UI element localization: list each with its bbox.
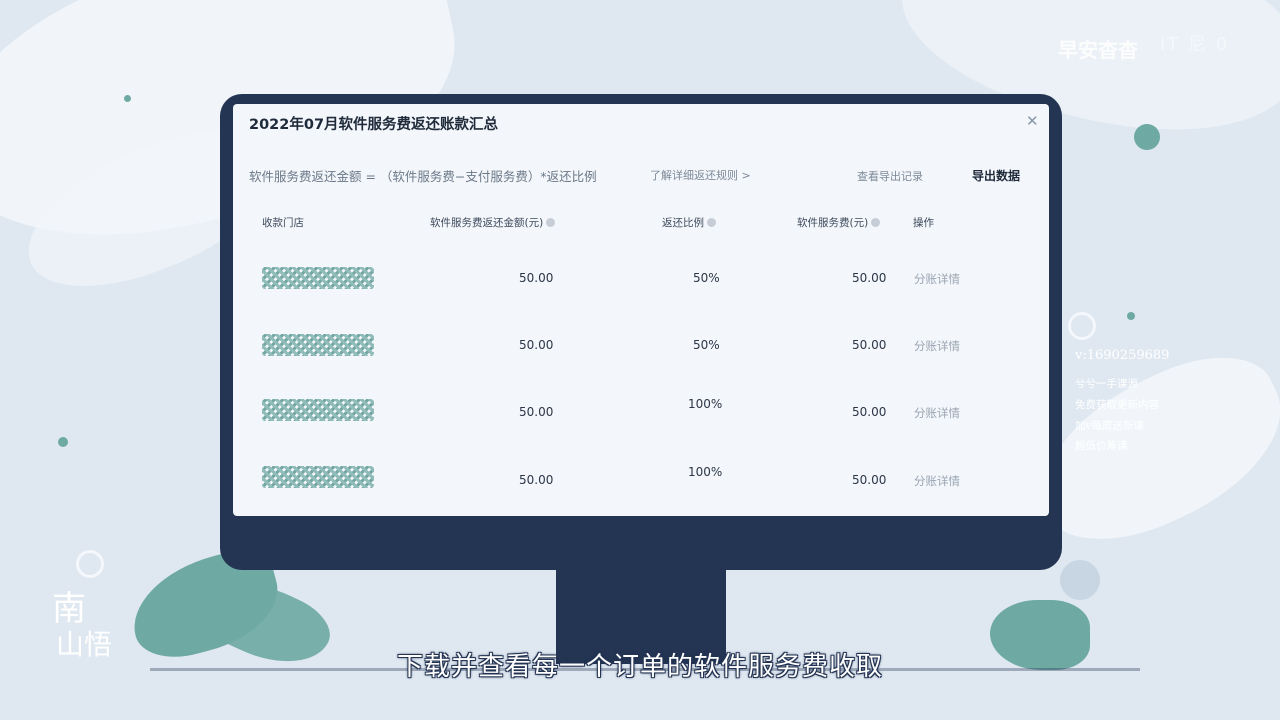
- column-header-ratio: 返还比例: [662, 215, 716, 230]
- column-header-refund: 软件服务费返还金额(元): [430, 215, 556, 230]
- split-detail-link[interactable]: 分账详情: [914, 338, 960, 354]
- split-detail-link[interactable]: 分账详情: [914, 405, 960, 421]
- export-history-link[interactable]: 查看导出记录: [857, 168, 923, 184]
- return-ratio: 50%: [693, 271, 720, 285]
- contact-id: v:1690259689: [1075, 348, 1170, 363]
- refund-amount: 50.00: [519, 338, 554, 352]
- help-icon[interactable]: [871, 218, 881, 227]
- contact-line: 兮兮一手课源: [1075, 378, 1138, 390]
- contact-line: 超低价筹课: [1075, 440, 1128, 452]
- decor-ring: [76, 550, 104, 578]
- decor-bubble: [1060, 560, 1100, 600]
- video-subtitle: 下载并查看每一个订单的软件服务费收取: [396, 652, 883, 682]
- service-fee: 50.00: [852, 405, 887, 419]
- watermark-faint: IT 尼 0: [1160, 34, 1230, 55]
- return-ratio: 100%: [688, 397, 723, 411]
- column-header-fee: 软件服务费(元): [797, 215, 881, 230]
- export-data-button[interactable]: 导出数据: [972, 167, 1020, 184]
- column-header-fee-label: 软件服务费(元): [797, 217, 869, 229]
- split-detail-link[interactable]: 分账详情: [914, 271, 960, 287]
- column-header-refund-label: 软件服务费返还金额(元): [430, 217, 544, 229]
- return-ratio: 100%: [688, 465, 723, 479]
- refund-amount: 50.00: [519, 271, 554, 285]
- column-header-ratio-label: 返还比例: [662, 217, 704, 229]
- column-header-action: 操作: [913, 217, 934, 229]
- store-name-masked: [262, 267, 374, 289]
- refund-amount: 50.00: [519, 473, 554, 487]
- logo-char: 南: [52, 589, 86, 629]
- contact-line: 加v每周送新课: [1075, 420, 1144, 432]
- service-fee: 50.00: [852, 271, 887, 285]
- help-icon[interactable]: [546, 218, 556, 227]
- rule-link[interactable]: 了解详细返还规则 >: [650, 167, 751, 183]
- close-icon[interactable]: ✕: [1026, 112, 1039, 130]
- refund-amount: 50.00: [519, 405, 554, 419]
- decor-ring: [1068, 312, 1096, 340]
- decor-dot: [1134, 124, 1160, 150]
- decor-dot: [124, 95, 131, 102]
- column-header-store: 收款门店: [262, 217, 304, 229]
- dialog-title: 2022年07月软件服务费返还账款汇总: [249, 117, 499, 133]
- service-fee: 50.00: [852, 338, 887, 352]
- return-ratio: 50%: [693, 338, 720, 352]
- service-fee: 50.00: [852, 473, 887, 487]
- formula-text: 软件服务费返还金额 = （软件服务费−支付服务费）*返还比例: [249, 169, 597, 184]
- help-icon[interactable]: [707, 218, 716, 227]
- store-name-masked: [262, 466, 374, 488]
- split-detail-link[interactable]: 分账详情: [914, 473, 960, 489]
- contact-line: 免费获取更新内容: [1075, 399, 1159, 411]
- store-name-masked: [262, 399, 374, 421]
- store-name-masked: [262, 334, 374, 356]
- watermark-brand: 早安杳杳: [1058, 38, 1138, 62]
- decor-dot: [58, 437, 68, 447]
- decor-dot: [1127, 312, 1135, 320]
